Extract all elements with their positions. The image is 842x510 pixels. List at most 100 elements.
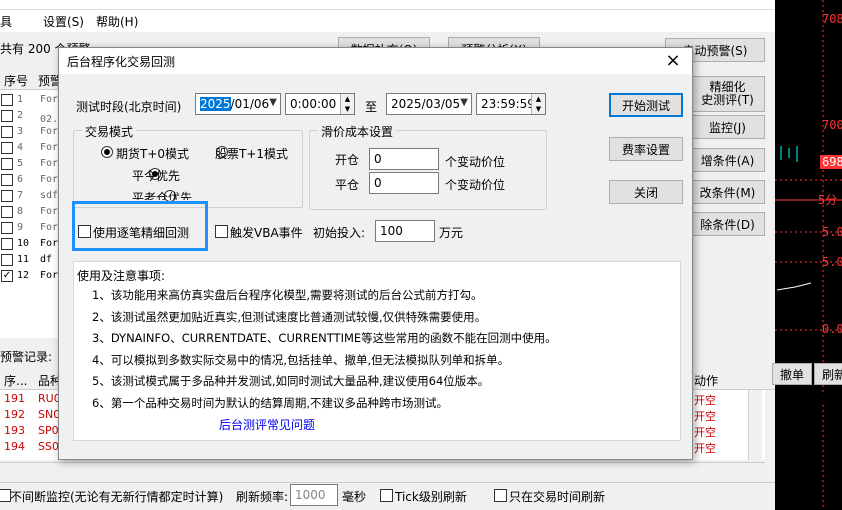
menu-help[interactable]: 帮助(H) (96, 13, 138, 30)
initial-invest-label: 初始投入: (313, 226, 366, 240)
start-time-field[interactable]: 0:00:00 ▲ ▼ (285, 93, 355, 115)
close-button[interactable]: 关闭 (609, 180, 683, 204)
close-icon[interactable]: × (660, 50, 686, 72)
list-item-index: 12 (17, 270, 30, 281)
to-label: 至 (365, 100, 378, 114)
vba-event-checkbox[interactable] (215, 225, 228, 238)
ms-label: 毫秒 (342, 490, 367, 504)
fine-backtest-label: 使用逐笔精细回测 (93, 226, 190, 240)
fine-backtest-checkbox[interactable] (78, 225, 91, 238)
list-item-index: 1 (17, 94, 24, 105)
faq-link[interactable]: 后台测评常见问题 (219, 416, 315, 433)
log-col-index: 序... (4, 374, 28, 388)
log-action: 开空 (694, 442, 716, 455)
period-label: 测试时段(北京时间) (76, 100, 182, 114)
log-label: 预警记录: (0, 350, 53, 364)
stock-mode-label: 股票T+1模式 (215, 147, 289, 161)
refresh-freq-label: 刷新频率: (236, 490, 289, 504)
log-index: 191 (4, 392, 25, 405)
list-item-checkbox[interactable] (1, 126, 13, 138)
tick-refresh-checkbox[interactable] (380, 489, 393, 502)
open-tick-unit: 个变动价位 (445, 155, 506, 169)
list-item-checkbox[interactable] (1, 142, 13, 154)
list-item-index: 10 (17, 238, 30, 249)
list-item-index: 3 (17, 126, 24, 137)
initial-invest-input[interactable]: 100 (375, 220, 435, 242)
continuous-monitor-label: 不间断监控(无论有无新行情都定时计算) (10, 490, 224, 504)
note-item: 6、第一个品种交易时间为默认的结算周期,不建议多品种跨市场测试。 (92, 395, 448, 410)
log-col-action: 动作 (694, 374, 719, 388)
list-item-checkbox[interactable] (1, 158, 13, 170)
add-condition-button[interactable]: 增条件(A) (690, 148, 765, 172)
start-date-rest: /01/06 (230, 97, 270, 111)
end-time-value: 23:59:59 (481, 97, 535, 111)
log-index: 193 (4, 424, 25, 437)
close-slip-input[interactable]: 0 (369, 172, 439, 194)
list-item-checkbox[interactable] (1, 94, 13, 106)
log-hscrollbar[interactable] (0, 462, 765, 474)
menu-settings[interactable]: 设置(S) (43, 13, 84, 30)
refresh-button[interactable]: 刷新 (814, 363, 842, 385)
log-index: 192 (4, 408, 25, 421)
cancel-order-button[interactable]: 撤单 (772, 363, 812, 385)
list-item-index: 4 (17, 142, 24, 153)
start-test-button[interactable]: 开始测试 (609, 93, 683, 117)
log-action: 开空 (694, 394, 716, 407)
list-item-checkbox[interactable] (1, 190, 13, 202)
list-item-checkbox[interactable] (1, 222, 13, 234)
delete-condition-button[interactable]: 除条件(D) (690, 212, 765, 236)
list-item-name: df (40, 254, 53, 265)
list-item-name: sdf (40, 190, 59, 201)
list-item-checkbox[interactable] (1, 238, 13, 250)
tick-refresh-label: Tick级别刷新 (395, 490, 467, 504)
spin-icon[interactable]: ▲ ▼ (531, 94, 545, 114)
list-item-checkbox[interactable] (1, 206, 13, 218)
log-scrollbar[interactable] (748, 390, 762, 460)
menu-tools[interactable]: 具 (0, 13, 12, 30)
notes-title: 使用及注意事项: (77, 269, 166, 283)
trade-time-checkbox[interactable] (494, 489, 507, 502)
list-item-checkbox[interactable] (1, 174, 13, 186)
note-item: 2、该测试虽然更加贴近真实,但测试速度比普通测试较慢,仅供特殊需要使用。 (92, 309, 487, 324)
list-item-index: 9 (17, 222, 24, 233)
fine-history-button[interactable]: 精细化 史测评(T) (690, 76, 765, 112)
close-old-label: 平老仓优先 (132, 191, 193, 200)
list-item-checkbox[interactable] (1, 254, 13, 266)
list-item-index: 2 (17, 110, 24, 121)
note-item: 4、可以模拟到多数实际交易中的情况,包括挂单、撤单,但无法模拟队列单和拆单。 (92, 352, 510, 367)
list-item-checkbox[interactable]: ✓ (1, 270, 13, 282)
close-today-label: 平今优先 (132, 169, 181, 183)
col-index-header: 序号 (4, 74, 29, 88)
start-time-value: 0:00:00 (290, 97, 337, 111)
end-date-value: 2025/03/05 (391, 97, 461, 111)
spin-icon[interactable]: ▲ ▼ (340, 94, 354, 114)
open-slip-input[interactable]: 0 (369, 148, 439, 170)
start-date-year: 2025 (200, 97, 231, 111)
end-time-field[interactable]: 23:59:59 ▲ ▼ (476, 93, 546, 115)
fee-settings-button[interactable]: 费率设置 (609, 137, 683, 161)
close-tick-unit: 个变动价位 (445, 178, 506, 192)
edit-condition-button[interactable]: 改条件(M) (690, 180, 765, 204)
slippage-title: 滑价成本设置 (318, 123, 397, 140)
chevron-down-icon: ▼ (460, 97, 468, 108)
trade-time-label: 只在交易时间刷新 (509, 490, 606, 504)
backtest-dialog: 后台程序化交易回测 × 测试时段(北京时间) 2025/01/06 ▼ 0:00… (58, 47, 693, 460)
start-date-picker[interactable]: 2025/01/06 ▼ (195, 93, 281, 115)
main-titlebar (0, 0, 775, 10)
log-action: 开空 (694, 410, 716, 423)
note-item: 5、该测试模式属于多品种并发测试,如同时测试大量品种,建议使用64位版本。 (92, 374, 490, 388)
list-item-checkbox[interactable] (1, 110, 13, 122)
list-item-index: 8 (17, 206, 24, 217)
chart-drawing (775, 0, 842, 510)
list-item-index: 11 (17, 254, 30, 265)
futures-mode-radio[interactable] (101, 146, 113, 158)
trade-mode-title: 交易模式 (82, 123, 137, 140)
log-index: 194 (4, 440, 25, 453)
vba-event-label: 触发VBA事件 (230, 226, 303, 240)
monitor-button[interactable]: 监控(J) (690, 115, 765, 139)
col-direction: 方向 (776, 392, 801, 406)
close-slip-label: 平仓 (335, 178, 360, 192)
slippage-group: 滑价成本设置 (309, 123, 547, 210)
end-date-picker[interactable]: 2025/03/05 ▼ (386, 93, 472, 115)
refresh-freq-input[interactable]: 1000 (290, 484, 338, 506)
